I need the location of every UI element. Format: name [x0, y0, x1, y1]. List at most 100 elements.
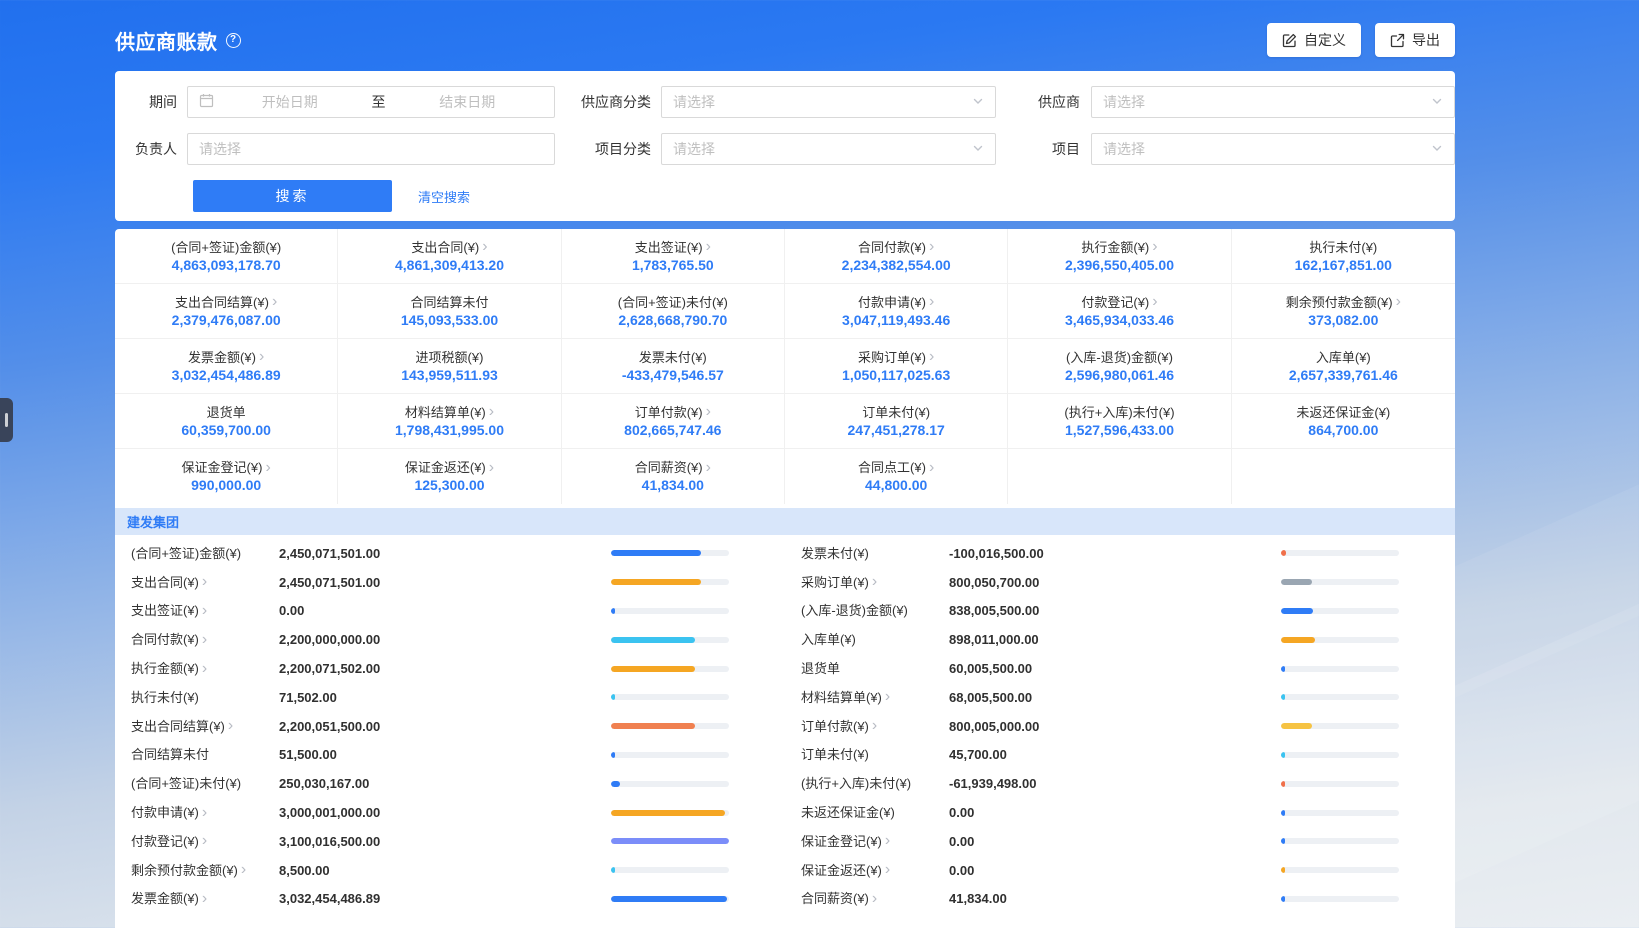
progress-bar-track	[611, 637, 729, 643]
progress-bar-track	[611, 550, 729, 556]
summary-card[interactable]: 付款申请(¥) › 3,047,119,493.46	[785, 284, 1008, 339]
summary-card[interactable]: 执行未付(¥) 162,167,851.00	[1232, 229, 1455, 284]
summary-card[interactable]: 支出签证(¥) › 1,783,765.50	[562, 229, 785, 284]
detail-row: 合同薪资(¥) › 41,834.00	[785, 885, 1455, 914]
chevron-right-icon[interactable]: ›	[202, 893, 207, 905]
chevron-right-icon[interactable]: ›	[202, 634, 207, 646]
chevron-right-icon[interactable]: ›	[885, 835, 890, 847]
progress-bar-fill	[1281, 896, 1285, 902]
summary-card[interactable]: 保证金登记(¥) › 990,000.00	[115, 449, 338, 504]
summary-card-value: 143,959,511.93	[401, 368, 498, 382]
progress-bar-track	[1281, 781, 1399, 787]
summary-card-value: 41,834.00	[642, 478, 704, 492]
period-label: 期间	[131, 92, 177, 112]
summary-card[interactable]: (执行+入库)未付(¥) 1,527,596,433.00	[1008, 394, 1231, 449]
detail-label: 支出合同结算(¥)	[131, 720, 225, 733]
chevron-right-icon: ›	[482, 241, 487, 253]
chevron-right-icon[interactable]: ›	[872, 576, 877, 588]
summary-card[interactable]: (合同+签证)未付(¥) 2,628,668,790.70	[562, 284, 785, 339]
project-category-label: 项目分类	[575, 139, 651, 159]
summary-card[interactable]	[1232, 449, 1455, 504]
detail-row: 未返还保证金(¥) 0.00	[785, 798, 1455, 827]
summary-card[interactable]: 材料结算单(¥) › 1,798,431,995.00	[338, 394, 561, 449]
detail-label: (合同+签证)未付(¥)	[131, 777, 241, 790]
summary-card[interactable]: 订单未付(¥) 247,451,278.17	[785, 394, 1008, 449]
chevron-right-icon: ›	[706, 406, 711, 418]
summary-card[interactable]: 退货单 60,359,700.00	[115, 394, 338, 449]
detail-label: 合同付款(¥)	[131, 633, 199, 646]
chevron-right-icon[interactable]: ›	[885, 691, 890, 703]
chevron-right-icon[interactable]: ›	[241, 864, 246, 876]
detail-label: 材料结算单(¥)	[801, 691, 882, 704]
summary-card[interactable]: 发票金额(¥) › 3,032,454,486.89	[115, 339, 338, 394]
chevron-right-icon[interactable]: ›	[202, 835, 207, 847]
project-select[interactable]: 请选择	[1091, 133, 1455, 165]
summary-card[interactable]: 合同薪资(¥) › 41,834.00	[562, 449, 785, 504]
summary-card[interactable]: 保证金返还(¥) › 125,300.00	[338, 449, 561, 504]
chevron-right-icon[interactable]: ›	[872, 893, 877, 905]
summary-card[interactable]: 订单付款(¥) › 802,665,747.46	[562, 394, 785, 449]
summary-card[interactable]	[1008, 449, 1231, 504]
detail-value: 60,005,500.00	[949, 661, 1281, 676]
progress-bar-fill	[1281, 666, 1285, 672]
summary-card-label: 支出合同(¥)	[411, 241, 479, 254]
chevron-right-icon[interactable]: ›	[228, 720, 233, 732]
summary-card[interactable]: (合同+签证)金额(¥) 4,863,093,178.70	[115, 229, 338, 284]
side-panel-handle[interactable]	[0, 398, 13, 442]
manager-select[interactable]: 请选择	[187, 133, 555, 165]
summary-card[interactable]: 采购订单(¥) › 1,050,117,025.63	[785, 339, 1008, 394]
summary-card[interactable]: (入库-退货)金额(¥) 2,596,980,061.46	[1008, 339, 1231, 394]
help-icon[interactable]: ?	[226, 33, 241, 48]
date-range-picker[interactable]: 开始日期 至 结束日期	[187, 86, 555, 118]
chevron-right-icon[interactable]: ›	[202, 605, 207, 617]
summary-card-value: 44,800.00	[865, 478, 927, 492]
project-category-select[interactable]: 请选择	[661, 133, 996, 165]
summary-card[interactable]: 执行金额(¥) › 2,396,550,405.00	[1008, 229, 1231, 284]
summary-card[interactable]: 合同付款(¥) › 2,234,382,554.00	[785, 229, 1008, 284]
detail-left-column: (合同+签证)金额(¥) 2,450,071,501.00 支出合同(¥) ›	[115, 539, 785, 913]
filter-row-3: 搜索 清空搜索	[131, 180, 1439, 212]
detail-row: 剩余预付款金额(¥) › 8,500.00	[115, 856, 785, 885]
progress-bar-fill	[611, 838, 729, 844]
supplier-select[interactable]: 请选择	[1091, 86, 1455, 118]
chevron-right-icon[interactable]: ›	[202, 807, 207, 819]
clear-search-link[interactable]: 清空搜索	[418, 187, 470, 206]
summary-card[interactable]: 支出合同(¥) › 4,861,309,413.20	[338, 229, 561, 284]
detail-row: 保证金登记(¥) › 0.00	[785, 827, 1455, 856]
summary-card[interactable]: 未返还保证金(¥) 864,700.00	[1232, 394, 1455, 449]
detail-label: 付款登记(¥)	[131, 835, 199, 848]
end-date-placeholder[interactable]: 结束日期	[392, 92, 544, 112]
chevron-right-icon[interactable]: ›	[872, 720, 877, 732]
chevron-right-icon[interactable]: ›	[885, 864, 890, 876]
summary-card[interactable]: 发票未付(¥) -433,479,546.57	[562, 339, 785, 394]
summary-card[interactable]: 支出合同结算(¥) › 2,379,476,087.00	[115, 284, 338, 339]
detail-value: 2,450,071,501.00	[279, 575, 611, 590]
chevron-right-icon[interactable]: ›	[202, 576, 207, 588]
detail-row: 采购订单(¥) › 800,050,700.00	[785, 568, 1455, 597]
summary-card[interactable]: 付款登记(¥) › 3,465,934,033.46	[1008, 284, 1231, 339]
detail-value: 41,834.00	[949, 891, 1281, 906]
start-date-placeholder[interactable]: 开始日期	[214, 92, 366, 112]
group-name: 建发集团	[127, 512, 179, 531]
detail-label: 采购订单(¥)	[801, 576, 869, 589]
supplier-label: 供应商	[1020, 92, 1080, 112]
export-button[interactable]: 导出	[1375, 23, 1455, 57]
supplier-category-select[interactable]: 请选择	[661, 86, 996, 118]
summary-card[interactable]: 合同点工(¥) › 44,800.00	[785, 449, 1008, 504]
detail-row: 发票未付(¥) -100,016,500.00	[785, 539, 1455, 568]
summary-card-label: 合同付款(¥)	[858, 241, 926, 254]
detail-value: 2,450,071,501.00	[279, 546, 611, 561]
summary-card[interactable]: 剩余预付款金额(¥) › 373,082.00	[1232, 284, 1455, 339]
detail-value: 3,000,001,000.00	[279, 805, 611, 820]
detail-value: 51,500.00	[279, 747, 611, 762]
detail-label: 发票未付(¥)	[801, 547, 869, 560]
group-header[interactable]: 建发集团	[115, 508, 1455, 535]
chevron-right-icon[interactable]: ›	[202, 663, 207, 675]
summary-card[interactable]: 合同结算未付 145,093,533.00	[338, 284, 561, 339]
search-button[interactable]: 搜索	[193, 180, 392, 212]
summary-card[interactable]: 入库单(¥) 2,657,339,761.46	[1232, 339, 1455, 394]
chevron-right-icon: ›	[706, 462, 711, 474]
customize-button[interactable]: 自定义	[1267, 23, 1361, 57]
summary-card[interactable]: 进项税额(¥) 143,959,511.93	[338, 339, 561, 394]
progress-bar-track	[611, 723, 729, 729]
